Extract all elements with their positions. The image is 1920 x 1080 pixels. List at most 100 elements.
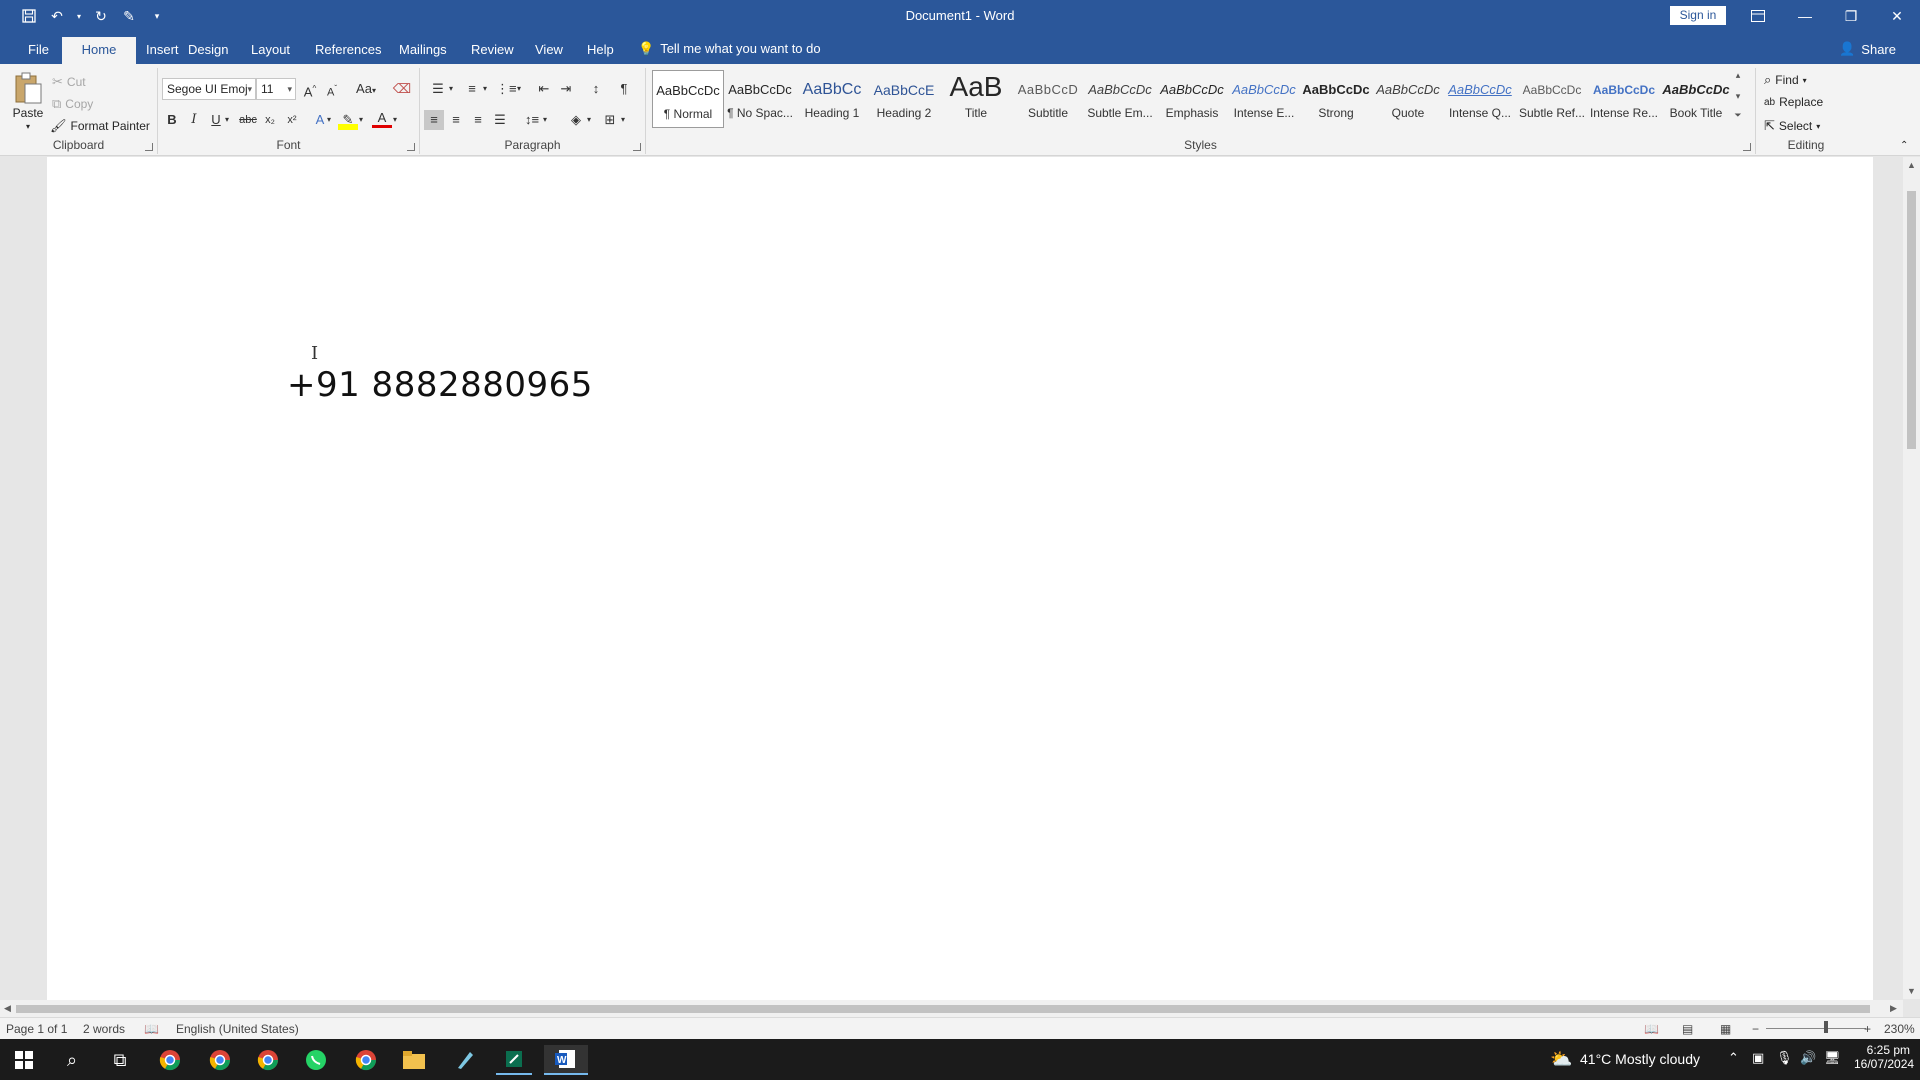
tab-design[interactable]: Design bbox=[178, 37, 238, 64]
clock[interactable]: 6:25 pm 16/07/2024 bbox=[1854, 1043, 1914, 1071]
style-heading-1[interactable]: AaBbCc Heading 1 bbox=[796, 70, 868, 128]
line-spacing-icon[interactable]: ↕≡ bbox=[522, 110, 542, 130]
tell-me-search[interactable]: 💡 Tell me what you want to do bbox=[638, 38, 821, 60]
grow-font-button[interactable]: A^ bbox=[300, 79, 320, 99]
decrease-indent-icon[interactable]: ⇤ bbox=[534, 79, 554, 99]
shading-icon[interactable]: ◈ bbox=[566, 110, 586, 130]
numbering-icon[interactable]: ≡ bbox=[462, 79, 482, 99]
align-right-icon[interactable]: ≡ bbox=[468, 110, 488, 130]
minimize-button[interactable]: — bbox=[1782, 0, 1828, 32]
horizontal-scrollbar[interactable]: ◀ ▶ bbox=[0, 1000, 1903, 1017]
style-emphasis[interactable]: AaBbCcDc Emphasis bbox=[1156, 70, 1228, 128]
task-view-icon[interactable]: ⧉ bbox=[102, 1045, 138, 1075]
text-effects-dropdown-icon[interactable]: ▾ bbox=[324, 110, 334, 130]
tab-help[interactable]: Help bbox=[577, 37, 624, 64]
scroll-right-icon[interactable]: ▶ bbox=[1890, 1003, 1897, 1014]
tab-references[interactable]: References bbox=[305, 37, 391, 64]
strikethrough-button[interactable]: abc bbox=[238, 110, 258, 130]
align-center-icon[interactable]: ≡ bbox=[446, 110, 466, 130]
scroll-down-icon[interactable]: ▼ bbox=[1907, 986, 1916, 996]
collapse-ribbon-icon[interactable]: ⌃ bbox=[1900, 140, 1908, 151]
notepad-app-icon[interactable] bbox=[446, 1045, 482, 1075]
highlight-icon[interactable]: ✎ bbox=[338, 110, 358, 130]
gallery-down-icon[interactable]: ▾ bbox=[1736, 91, 1741, 102]
meet-now-icon[interactable]: ▣ bbox=[1752, 1050, 1764, 1066]
align-left-icon[interactable]: ≡ bbox=[424, 110, 444, 130]
zoom-out-icon[interactable]: − bbox=[1752, 1022, 1759, 1036]
vertical-scroll-thumb[interactable] bbox=[1907, 191, 1916, 449]
chrome-icon[interactable] bbox=[250, 1045, 286, 1075]
app-icon[interactable] bbox=[496, 1045, 532, 1075]
font-launcher-icon[interactable] bbox=[407, 143, 415, 151]
whatsapp-icon[interactable] bbox=[298, 1045, 334, 1075]
multilevel-list-icon[interactable]: ⋮≡ bbox=[496, 79, 517, 99]
font-color-icon[interactable]: A bbox=[372, 110, 392, 128]
superscript-button[interactable]: x² bbox=[282, 110, 302, 130]
proofing-icon[interactable]: 📖 bbox=[144, 1022, 159, 1036]
bullets-icon[interactable]: ☰ bbox=[428, 79, 448, 99]
style-intense-emphasis[interactable]: AaBbCcDc Intense E... bbox=[1228, 70, 1300, 128]
borders-icon[interactable]: ⊞ bbox=[600, 110, 620, 130]
tab-file[interactable]: File bbox=[18, 37, 59, 64]
share-button[interactable]: 👤 Share bbox=[1839, 38, 1896, 60]
tab-review[interactable]: Review bbox=[461, 37, 524, 64]
tab-mailings[interactable]: Mailings bbox=[389, 37, 457, 64]
style-quote[interactable]: AaBbCcDc Quote bbox=[1372, 70, 1444, 128]
microphone-icon[interactable]: 🎙 bbox=[1776, 1050, 1793, 1066]
clipboard-launcher-icon[interactable] bbox=[145, 143, 153, 151]
style-subtle-reference[interactable]: AaBbCcDc Subtle Ref... bbox=[1516, 70, 1588, 128]
style-heading-2[interactable]: AaBbCcE Heading 2 bbox=[868, 70, 940, 128]
web-layout-icon[interactable]: ▦ bbox=[1720, 1022, 1731, 1036]
multilevel-dropdown-icon[interactable]: ▾ bbox=[514, 79, 524, 99]
style-title[interactable]: AaB Title bbox=[940, 70, 1012, 128]
zoom-in-icon[interactable]: + bbox=[1864, 1022, 1871, 1036]
numbering-dropdown-icon[interactable]: ▾ bbox=[480, 79, 490, 99]
chrome-icon[interactable] bbox=[152, 1045, 188, 1075]
shading-dropdown-icon[interactable]: ▾ bbox=[584, 110, 594, 130]
restore-button[interactable]: ❐ bbox=[1828, 0, 1874, 32]
zoom-slider[interactable] bbox=[1766, 1028, 1866, 1029]
font-size-combo[interactable]: 11 ▾ bbox=[256, 78, 296, 100]
page-count[interactable]: Page 1 of 1 bbox=[6, 1022, 67, 1036]
paragraph-launcher-icon[interactable] bbox=[633, 143, 641, 151]
document-page[interactable]: +91 8882880965 I bbox=[47, 157, 1873, 1000]
chrome-profile-icon[interactable] bbox=[202, 1045, 238, 1075]
language-indicator[interactable]: English (United States) bbox=[176, 1022, 299, 1036]
select-button[interactable]: ⇱ Select ▾ bbox=[1764, 118, 1820, 134]
gallery-more-icon[interactable]: ⏷ bbox=[1734, 110, 1741, 121]
chevron-up-icon[interactable]: ⌃ bbox=[1728, 1050, 1739, 1066]
style-subtitle[interactable]: AaBbCcD Subtitle bbox=[1012, 70, 1084, 128]
change-case-button[interactable]: Aa▾ bbox=[352, 79, 380, 99]
show-formatting-marks-icon[interactable]: ¶ bbox=[614, 79, 634, 99]
weather-icon[interactable]: ⛅ bbox=[1550, 1049, 1572, 1070]
justify-icon[interactable]: ☰ bbox=[490, 110, 510, 130]
clear-formatting-icon[interactable]: ⌫ bbox=[392, 79, 412, 99]
font-name-combo[interactable]: Segoe UI Emoj ▾ bbox=[162, 78, 256, 100]
subscript-button[interactable]: x₂ bbox=[260, 110, 280, 130]
windows-start-icon[interactable] bbox=[6, 1045, 42, 1075]
styles-launcher-icon[interactable] bbox=[1743, 143, 1751, 151]
style-book-title[interactable]: AaBbCcDc Book Title bbox=[1660, 70, 1732, 128]
style-intense-quote[interactable]: AaBbCcDc Intense Q... bbox=[1444, 70, 1516, 128]
zoom-level[interactable]: 230% bbox=[1884, 1022, 1915, 1036]
underline-dropdown-icon[interactable]: ▾ bbox=[222, 110, 232, 130]
chrome-icon[interactable] bbox=[348, 1045, 384, 1075]
tab-layout[interactable]: Layout bbox=[241, 37, 300, 64]
scroll-up-icon[interactable]: ▲ bbox=[1907, 160, 1916, 170]
speaker-icon[interactable]: 🔊 bbox=[1800, 1050, 1816, 1066]
tab-view[interactable]: View bbox=[525, 37, 573, 64]
close-button[interactable]: ✕ bbox=[1874, 0, 1920, 32]
sort-icon[interactable]: ↕ bbox=[586, 79, 606, 99]
read-mode-icon[interactable]: 📖 bbox=[1644, 1022, 1659, 1036]
bullets-dropdown-icon[interactable]: ▾ bbox=[446, 79, 456, 99]
paste-button[interactable]: Paste ▾ bbox=[8, 72, 48, 142]
ribbon-display-options-icon[interactable] bbox=[1735, 0, 1781, 32]
horizontal-scroll-thumb[interactable] bbox=[16, 1005, 1870, 1013]
borders-dropdown-icon[interactable]: ▾ bbox=[618, 110, 628, 130]
find-button[interactable]: ⌕ Find ▾ bbox=[1764, 72, 1807, 88]
word-count[interactable]: 2 words bbox=[83, 1022, 125, 1036]
style-intense-reference[interactable]: AaBbCcDc Intense Re... bbox=[1588, 70, 1660, 128]
gallery-up-icon[interactable]: ▴ bbox=[1736, 70, 1741, 81]
font-color-dropdown-icon[interactable]: ▾ bbox=[390, 110, 400, 130]
word-taskbar-icon[interactable]: W bbox=[544, 1045, 588, 1075]
